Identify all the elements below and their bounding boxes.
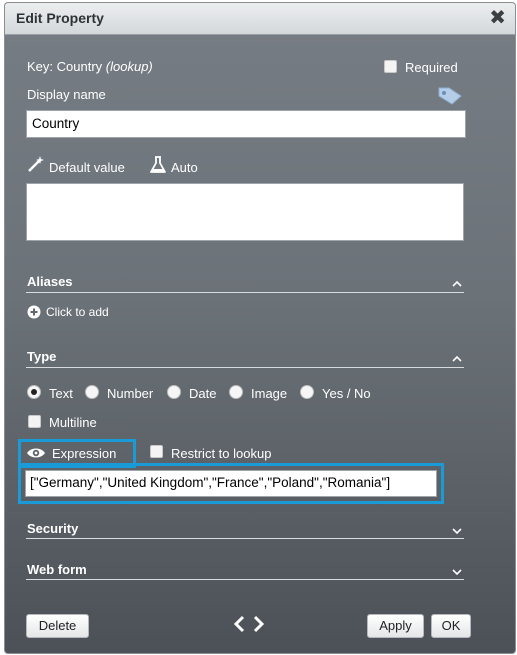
aliases-add-link[interactable]: Click to add xyxy=(46,305,109,319)
radio-number[interactable] xyxy=(85,385,99,399)
display-name-label: Display name xyxy=(27,87,106,102)
apply-button[interactable]: Apply xyxy=(367,614,424,638)
chevron-down-icon[interactable] xyxy=(452,528,462,535)
radio-number-label[interactable]: Number xyxy=(107,386,153,401)
web-form-title[interactable]: Web form xyxy=(27,562,87,577)
radio-date-label[interactable]: Date xyxy=(189,386,216,401)
key-type: (lookup) xyxy=(105,59,153,74)
restrict-lookup-label[interactable]: Restrict to lookup xyxy=(171,446,271,461)
dialog-titlebar: Edit Property ✖ xyxy=(5,3,515,35)
restrict-lookup-checkbox[interactable] xyxy=(150,445,163,458)
required-checkbox[interactable] xyxy=(384,60,397,73)
key-label-row: Key: Country (lookup) xyxy=(27,59,153,74)
chevron-up-icon[interactable] xyxy=(452,280,462,287)
flask-icon[interactable] xyxy=(150,156,166,174)
radio-yes-no-label[interactable]: Yes / No xyxy=(322,386,371,401)
security-title[interactable]: Security xyxy=(27,521,78,536)
display-name-input[interactable]: Country xyxy=(26,110,466,138)
web-form-divider xyxy=(26,579,464,580)
close-icon[interactable]: ✖ xyxy=(489,7,506,29)
chevron-down-icon[interactable] xyxy=(452,569,462,576)
aliases-title[interactable]: Aliases xyxy=(27,274,73,289)
type-divider xyxy=(26,367,464,368)
expression-input[interactable]: ["Germany","United Kingdom","France","Po… xyxy=(25,470,437,497)
radio-text[interactable] xyxy=(27,385,41,399)
plus-circle-icon[interactable] xyxy=(27,305,41,319)
edit-property-dialog: Edit Property ✖ Key: Country (lookup) Re… xyxy=(4,2,516,654)
dialog-title: Edit Property xyxy=(16,10,104,26)
delete-button[interactable]: Delete xyxy=(26,614,89,638)
expression-label[interactable]: Expression xyxy=(52,446,116,461)
multiline-label[interactable]: Multiline xyxy=(49,415,97,430)
next-icon[interactable] xyxy=(252,615,266,633)
ok-button[interactable]: OK xyxy=(431,614,471,638)
radio-image[interactable] xyxy=(229,385,243,399)
radio-yes-no[interactable] xyxy=(300,385,314,399)
key-label: Key: Country xyxy=(27,59,103,74)
security-divider xyxy=(26,538,464,539)
default-value-label[interactable]: Default value xyxy=(49,160,125,175)
auto-label[interactable]: Auto xyxy=(171,160,198,175)
chevron-up-icon[interactable] xyxy=(452,355,462,362)
tag-icon[interactable] xyxy=(437,85,463,105)
eye-icon[interactable] xyxy=(26,446,46,460)
type-title[interactable]: Type xyxy=(27,349,56,364)
radio-date[interactable] xyxy=(167,385,181,399)
magic-wand-icon[interactable] xyxy=(27,155,45,173)
default-value-textarea[interactable] xyxy=(26,183,464,241)
required-label: Required xyxy=(405,60,458,75)
multiline-checkbox[interactable] xyxy=(28,415,41,428)
radio-text-label[interactable]: Text xyxy=(49,386,73,401)
aliases-divider xyxy=(26,292,464,293)
prev-icon[interactable] xyxy=(232,615,246,633)
radio-image-label[interactable]: Image xyxy=(251,386,287,401)
